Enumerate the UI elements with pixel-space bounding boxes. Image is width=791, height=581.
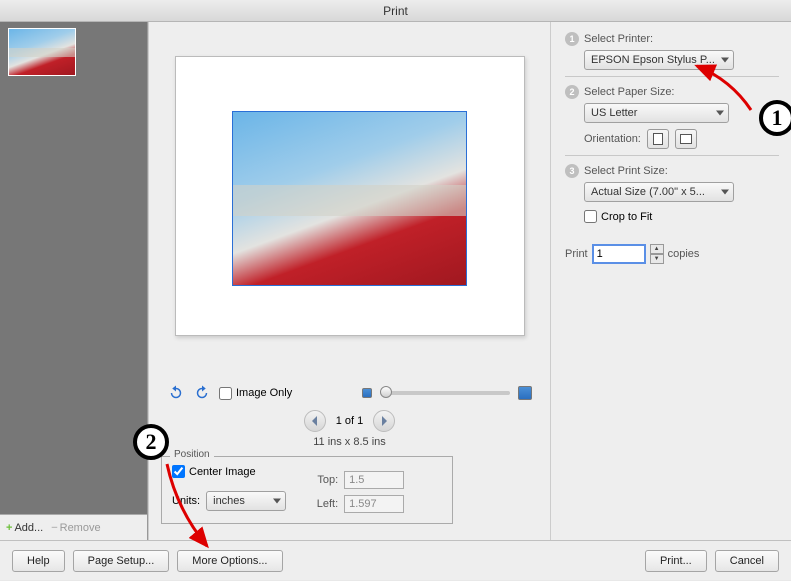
page-setup-label: Page Setup... — [88, 555, 155, 567]
thumbnail-area — [0, 22, 147, 514]
pager-row: 1 of 1 — [161, 410, 538, 432]
zoom-in-swatch[interactable] — [518, 386, 532, 400]
next-page-button[interactable] — [373, 410, 395, 432]
orientation-label: Orientation: — [584, 133, 641, 145]
image-only-input[interactable] — [219, 387, 232, 400]
top-label: Top: — [308, 474, 338, 486]
select-paper-label: Select Paper Size: — [584, 86, 675, 98]
paper-preview — [175, 56, 525, 336]
select-printer-label: Select Printer: — [584, 33, 653, 45]
page-thumbnail[interactable] — [8, 28, 76, 76]
window-title: Print — [383, 4, 408, 18]
print-label: Print... — [660, 555, 692, 567]
preview-image-frame[interactable] — [232, 111, 467, 286]
left-label: Left: — [308, 498, 338, 510]
crop-to-fit-checkbox[interactable]: Crop to Fit — [584, 210, 652, 223]
plus-icon: + — [6, 522, 12, 534]
chevron-right-icon — [380, 416, 388, 426]
divider — [565, 155, 779, 156]
paper-size-value: US Letter — [591, 107, 637, 119]
select-print-size-label: Select Print Size: — [584, 165, 668, 177]
zoom-slider-thumb[interactable] — [380, 386, 392, 398]
rotate-cw-icon[interactable] — [193, 384, 211, 402]
image-only-label: Image Only — [236, 387, 292, 399]
copies-field[interactable] — [592, 244, 646, 264]
zoom-out-swatch[interactable] — [362, 388, 372, 398]
settings-panel: 1 Select Printer: EPSON Epson Stylus P..… — [551, 22, 791, 540]
print-size-value: Actual Size (7.00" x 5... — [591, 186, 705, 198]
left-field — [344, 495, 404, 513]
zoom-slider[interactable] — [380, 391, 510, 395]
paper-dimensions: 11 ins x 8.5 ins — [161, 436, 538, 448]
cancel-button[interactable]: Cancel — [715, 550, 779, 572]
chevron-down-icon — [273, 499, 281, 504]
top-field — [344, 471, 404, 489]
cancel-label: Cancel — [730, 555, 764, 567]
help-label: Help — [27, 555, 50, 567]
preview-panel: Image Only 1 of 1 11 ins x 8.5 ins Posit… — [148, 22, 551, 540]
print-button[interactable]: Print... — [645, 550, 707, 572]
add-remove-bar: +Add... −Remove — [0, 514, 147, 540]
copies-suffix: copies — [668, 248, 700, 260]
callout-2: 2 — [133, 424, 169, 460]
print-size-select[interactable]: Actual Size (7.00" x 5... — [584, 182, 734, 202]
copies-prefix: Print — [565, 248, 588, 260]
chevron-left-icon — [311, 416, 319, 426]
bottom-bar: Help Page Setup... More Options... Print… — [0, 540, 791, 580]
copies-spinner[interactable]: ▲ ▼ — [650, 244, 664, 264]
arrow-2 — [159, 460, 219, 550]
prev-page-button[interactable] — [304, 410, 326, 432]
preview-controls: Image Only — [161, 384, 538, 402]
copies-up-button[interactable]: ▲ — [650, 244, 664, 254]
step-3-badge: 3 — [565, 164, 579, 178]
crop-to-fit-label: Crop to Fit — [601, 211, 652, 223]
step-2-badge: 2 — [565, 85, 579, 99]
crop-to-fit-input[interactable] — [584, 210, 597, 223]
callout-1-text: 1 — [772, 105, 783, 131]
callout-1: 1 — [759, 100, 791, 136]
rotate-ccw-icon[interactable] — [167, 384, 185, 402]
copies-down-button[interactable]: ▼ — [650, 254, 664, 264]
arrow-1 — [691, 60, 761, 120]
remove-button[interactable]: −Remove — [51, 522, 100, 534]
orientation-portrait-button[interactable] — [647, 129, 669, 149]
step-1-badge: 1 — [565, 32, 579, 46]
add-label: Add... — [14, 522, 43, 534]
remove-label: Remove — [60, 522, 101, 534]
orientation-landscape-button[interactable] — [675, 129, 697, 149]
position-legend: Position — [170, 449, 214, 460]
more-options-button[interactable]: More Options... — [177, 550, 282, 572]
portrait-icon — [653, 133, 663, 145]
landscape-icon — [680, 134, 692, 144]
preview-image — [233, 112, 466, 285]
pager-text: 1 of 1 — [336, 415, 364, 427]
more-options-label: More Options... — [192, 555, 267, 567]
chevron-down-icon — [721, 190, 729, 195]
page-setup-button[interactable]: Page Setup... — [73, 550, 170, 572]
add-button[interactable]: +Add... — [6, 522, 43, 534]
thumbnail-sidebar: +Add... −Remove — [0, 22, 148, 540]
image-only-checkbox[interactable]: Image Only — [219, 387, 292, 400]
thumbnail-image — [9, 29, 75, 75]
copies-row: Print ▲ ▼ copies — [565, 244, 779, 264]
minus-icon: − — [51, 522, 57, 534]
window-titlebar: Print — [0, 0, 791, 22]
callout-2-text: 2 — [146, 429, 157, 455]
help-button[interactable]: Help — [12, 550, 65, 572]
